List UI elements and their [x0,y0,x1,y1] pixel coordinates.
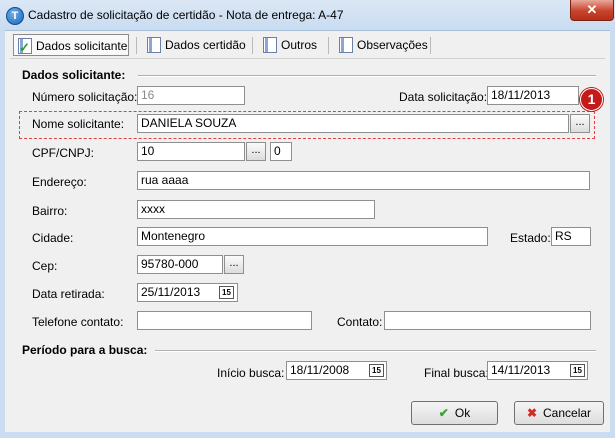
section-title-periodo: Período para a busca: [22,343,148,357]
calendar-icon[interactable]: 15 [369,364,384,377]
tab-label: Outros [281,38,318,52]
cidade-label: Cidade: [32,231,74,245]
cpf-lookup-button[interactable]: ... [246,142,266,161]
ok-label: Ok [454,406,471,420]
calendar-icon[interactable]: 15 [219,286,234,299]
estado-field[interactable]: RS [551,227,591,246]
cidade-field[interactable]: Montenegro [137,227,488,246]
cep-field[interactable]: 95780-000 [137,255,223,274]
calendar-icon[interactable]: 15 [570,364,585,377]
tab-label: Dados certidão [165,38,246,52]
window-title: Cadastro de solicitação de certidão - No… [28,8,344,22]
section-divider [155,350,596,352]
window-frame-left [0,30,5,438]
cancel-label: Cancelar [543,406,592,420]
window-frame-right [610,30,615,438]
estado-label: Estado: [510,231,551,245]
ok-button[interactable]: ✔ Ok [411,401,498,425]
data-solicitacao-field[interactable]: 18/11/2013 [487,86,579,105]
form-icon [339,37,353,53]
endereco-field[interactable]: rua aaaa [137,171,590,190]
numero-field[interactable]: 16 [137,86,245,105]
form-icon [263,37,277,53]
contato-label: Contato: [337,315,383,329]
tab-separator [430,37,431,54]
app-icon: T [6,7,24,25]
telefone-field[interactable] [137,311,312,330]
data-solicitacao-label: Data solicitação: [399,90,488,104]
cep-label: Cep: [32,259,58,273]
tab-separator [252,37,253,54]
section-divider [138,75,596,77]
tab-outros[interactable]: Outros [259,34,327,56]
cep-lookup-button[interactable]: ... [224,255,244,274]
telefone-label: Telefone contato: [32,315,124,329]
tab-separator [136,37,137,54]
contato-field[interactable] [384,311,591,330]
tab-dados-certidao[interactable]: Dados certidão [143,34,253,56]
numero-label: Número solicitação: [32,90,138,104]
tab-dados-solicitante[interactable]: ✓ Dados solicitante [13,34,129,56]
final-busca-label: Final busca: [424,366,489,380]
tab-label: Dados solicitante [36,39,128,53]
tab-separator [328,37,329,54]
cancel-button[interactable]: ✖ Cancelar [514,401,604,425]
tab-observacoes[interactable]: Observações [335,34,431,56]
window-frame-bottom [0,432,615,438]
data-retirada-label: Data retirada: [32,287,105,301]
cpf-digit-field[interactable]: 0 [270,142,292,161]
annotation-badge: 1 [580,88,603,111]
bairro-label: Bairro: [32,204,68,218]
check-icon: ✓ [19,40,30,55]
section-title-solicitante: Dados solicitante: [22,68,126,82]
cpf-field[interactable]: 10 [137,142,245,161]
tab-label: Observações [357,38,428,52]
cpf-label: CPF/CNPJ: [32,146,95,160]
form-icon [147,37,161,53]
nome-field[interactable]: DANIELA SOUZA [137,114,569,133]
bairro-field[interactable]: xxxx [137,200,375,219]
endereco-label: Endereço: [32,175,87,189]
inicio-busca-label: Início busca: [217,366,285,380]
x-icon: ✖ [526,406,538,420]
nome-lookup-button[interactable]: ... [570,114,590,133]
close-button[interactable]: ✕ [570,0,614,21]
nome-label: Nome solicitante: [32,117,125,131]
checkmark-icon: ✔ [438,406,449,420]
